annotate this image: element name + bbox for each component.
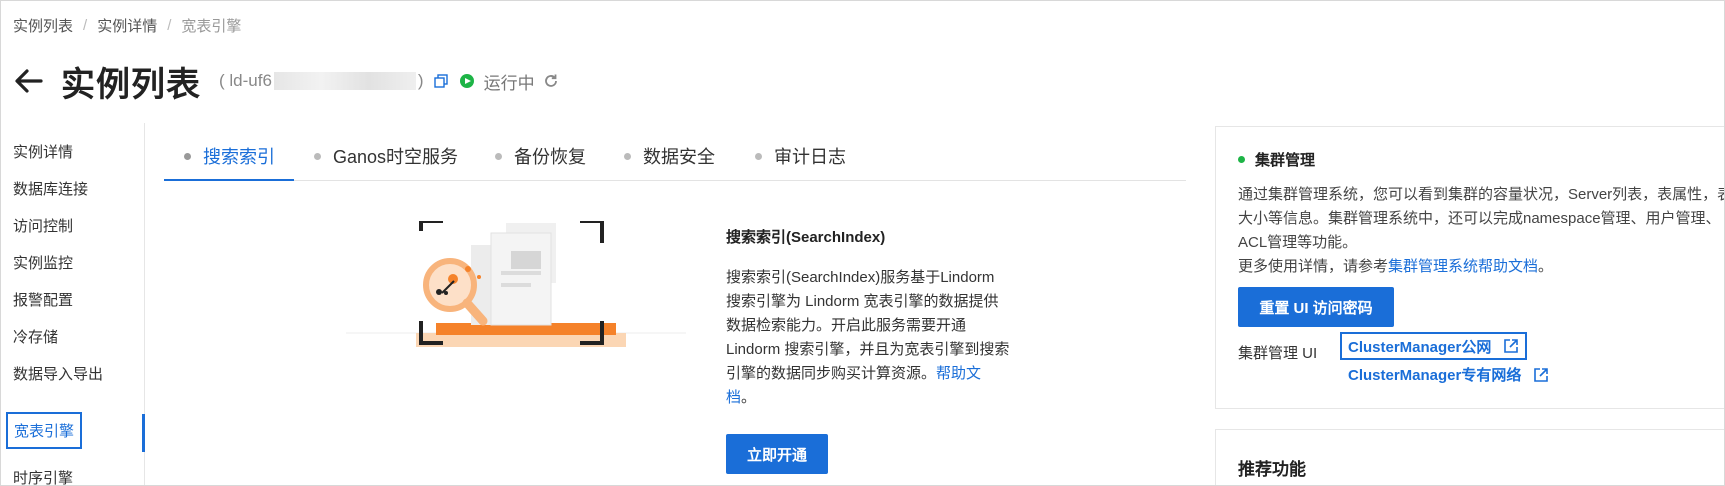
refresh-icon[interactable] — [543, 73, 559, 89]
cluster-management-card: 集群管理 通过集群管理系统，您可以看到集群的容量状况，Server列表，表属性，… — [1215, 126, 1725, 409]
cluster-card-title-text: 集群管理 — [1255, 152, 1316, 169]
more-suffix: 。 — [1538, 258, 1554, 275]
copy-icon[interactable] — [433, 74, 448, 88]
tab-ganos[interactable]: Ganos时空服务 — [314, 143, 458, 169]
breadcrumb-current: 宽表引擎 — [181, 18, 242, 35]
cluster-help-doc-link[interactable]: 集群管理系统帮助文档 — [1388, 258, 1538, 275]
tab-dot-icon — [624, 152, 631, 160]
tab-active-underline — [164, 179, 294, 181]
cluster-card-description-text: 通过集群管理系统，您可以看到集群的容量状况，Server列表，表属性，表大小等信… — [1238, 186, 1725, 251]
green-dot-icon — [1238, 156, 1245, 163]
tab-search-index[interactable]: 搜索索引 — [184, 143, 275, 169]
recommended-card-title: 推荐功能 — [1238, 460, 1306, 479]
breadcrumb-separator: / — [83, 17, 88, 34]
sidebar: 实例详情 数据库连接 访问控制 实例监控 报警配置 冷存储 数据导入导出 宽表引… — [1, 123, 145, 485]
tab-label: 数据安全 — [643, 147, 715, 167]
external-link-icon — [1534, 367, 1549, 382]
enable-now-button[interactable]: 立即开通 — [726, 434, 828, 474]
sidebar-item-access-control[interactable]: 访问控制 — [13, 215, 73, 236]
recommended-features-card: 推荐功能 — [1215, 429, 1724, 485]
cluster-card-more: 更多使用详情，请参考集群管理系统帮助文档。 — [1238, 255, 1724, 279]
vpc-link-text: ClusterManager专有网络 — [1348, 367, 1522, 384]
instance-id-suffix: ) — [417, 71, 424, 90]
cluster-manager-vpc-link[interactable]: ClusterManager专有网络 — [1348, 364, 1549, 385]
sidebar-item-timeseries-engine[interactable]: 时序引擎 — [13, 467, 73, 485]
sidebar-item-alert-config[interactable]: 报警配置 — [13, 289, 73, 310]
reset-ui-password-button[interactable]: 重置 UI 访问密码 — [1238, 287, 1394, 327]
breadcrumb-instance-list[interactable]: 实例列表 — [13, 15, 73, 36]
external-link-icon — [1504, 339, 1519, 353]
tab-audit-log[interactable]: 审计日志 — [755, 143, 846, 169]
cluster-manager-public-link[interactable]: ClusterManager公网 — [1340, 332, 1528, 360]
status-text: 运行中 — [483, 73, 535, 93]
feature-title: 搜索索引(SearchIndex) — [726, 229, 886, 246]
breadcrumb-instance-detail[interactable]: 实例详情 — [97, 15, 157, 36]
tab-dot-icon — [314, 152, 321, 160]
tab-bar: 搜索索引 Ganos时空服务 备份恢复 数据安全 审计日志 — [164, 131, 1186, 181]
tab-backup-restore[interactable]: 备份恢复 — [495, 143, 586, 169]
cluster-card-description: 通过集群管理系统，您可以看到集群的容量状况，Server列表，表属性，表大小等信… — [1238, 183, 1725, 279]
instance-id-prefix: ( ld-uf6 — [219, 71, 272, 90]
feature-description-tail: 。 — [741, 389, 757, 406]
sidebar-item-monitoring[interactable]: 实例监控 — [13, 252, 73, 273]
tab-label: Ganos时空服务 — [333, 147, 459, 167]
sidebar-item-instance-detail[interactable]: 实例详情 — [13, 141, 73, 162]
masked-id — [273, 72, 416, 90]
public-link-text: ClusterManager公网 — [1348, 338, 1492, 356]
breadcrumb-separator: / — [167, 17, 172, 34]
app-frame: 实例列表 / 实例详情 / 宽表引擎 实例列表 ( ld-uf6 ) 运行中 实… — [0, 0, 1725, 486]
sidebar-item-db-connection[interactable]: 数据库连接 — [13, 178, 88, 199]
search-index-illustration — [346, 221, 686, 347]
instance-id: ( ld-uf6 ) — [219, 71, 424, 91]
tab-label: 备份恢复 — [514, 147, 586, 167]
tab-dot-icon — [184, 152, 191, 160]
tab-dot-icon — [495, 152, 502, 160]
cluster-ui-label: 集群管理 UI — [1238, 345, 1318, 362]
cluster-card-title: 集群管理 — [1238, 149, 1315, 170]
tab-data-security[interactable]: 数据安全 — [624, 143, 715, 169]
sidebar-item-cold-storage[interactable]: 冷存储 — [13, 326, 58, 347]
tab-label: 搜索索引 — [203, 147, 275, 167]
tab-label: 审计日志 — [774, 147, 846, 167]
page-title: 实例列表 — [61, 65, 201, 104]
back-arrow-icon[interactable] — [13, 65, 45, 97]
running-status-icon — [459, 74, 474, 88]
sidebar-item-import-export[interactable]: 数据导入导出 — [13, 363, 103, 384]
sidebar-active-indicator — [142, 414, 145, 452]
more-prefix: 更多使用详情，请参考 — [1238, 258, 1389, 275]
title-row: 实例列表 ( ld-uf6 ) 运行中 — [13, 59, 559, 104]
breadcrumb: 实例列表 / 实例详情 / 宽表引擎 — [13, 15, 241, 36]
feature-description: 搜索索引(SearchIndex)服务基于Lindorm 搜索引擎为 Lindo… — [726, 266, 1011, 410]
tab-dot-icon — [755, 152, 762, 160]
sidebar-item-wide-table-engine[interactable]: 宽表引擎 — [6, 412, 83, 449]
